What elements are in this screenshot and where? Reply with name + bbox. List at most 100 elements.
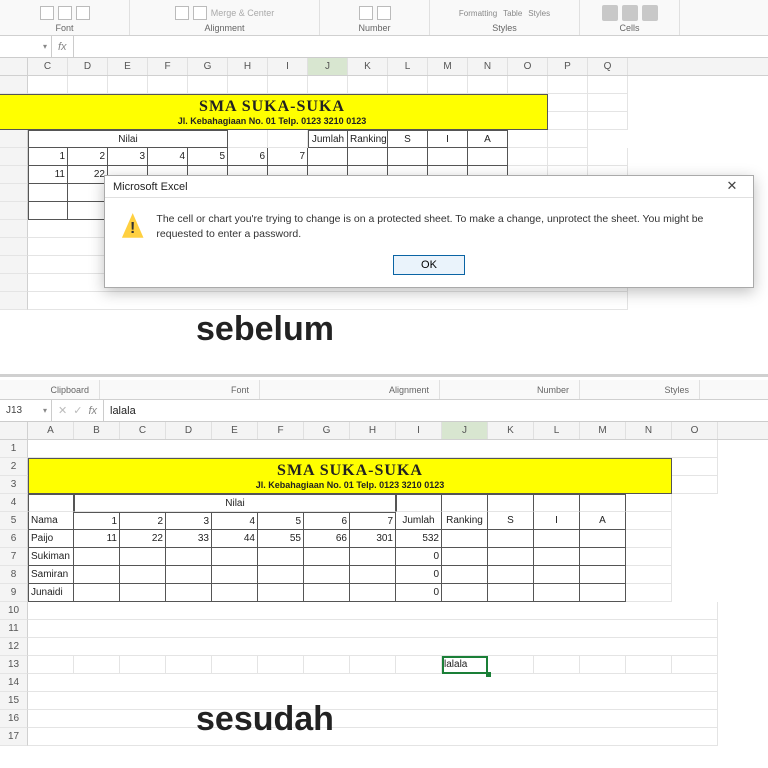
row-num[interactable]: 7 [0,548,28,566]
cancel-x-icon[interactable]: ✕ [58,404,67,417]
data-cell[interactable]: 11 [28,166,68,184]
colhdr[interactable]: N [626,422,672,439]
close-icon[interactable]: ✕ [719,178,745,196]
colhdr[interactable]: D [68,58,108,75]
table-row: 9 Junaidi 0 [0,584,768,602]
s-header: S [388,130,428,148]
name-box-bot[interactable]: J13▾ [0,400,52,421]
colhdr[interactable]: J [308,58,348,75]
ok-button[interactable]: OK [393,255,465,275]
colhdr[interactable]: L [534,422,580,439]
colhdr[interactable]: H [350,422,396,439]
ribbon-group-styles[interactable]: Styles [580,380,700,399]
row-num[interactable]: 8 [0,566,28,584]
colhdr[interactable]: G [188,58,228,75]
colhdr[interactable]: C [120,422,166,439]
row-num[interactable]: 4 [0,494,28,512]
colhdr[interactable]: L [388,58,428,75]
jumlah-cell[interactable]: 532 [396,530,442,548]
formula-bar-bot: J13▾ ✕ ✓ fx lalala [0,400,768,422]
ribbon-group-font[interactable]: Font [100,380,260,399]
nama-cell[interactable]: Paijo [28,530,74,548]
select-all-bot[interactable] [0,422,28,439]
colhdr[interactable]: M [580,422,626,439]
row-num[interactable]: 10 [0,602,28,620]
colhdr[interactable]: H [228,58,268,75]
jumlah-cell[interactable]: 0 [396,548,442,566]
data-cell[interactable]: 44 [212,530,258,548]
ribbon-group-clipboard[interactable]: Clipboard [0,380,100,399]
ribbon-group-alignment[interactable]: Merge & Center Alignment [130,0,320,35]
row-num[interactable]: 3 [0,476,28,494]
row-num[interactable]: 17 [0,728,28,746]
nama-header [28,494,74,512]
jumlah-cell[interactable]: 0 [396,584,442,602]
colhdr[interactable]: E [212,422,258,439]
data-cell[interactable]: 33 [166,530,212,548]
colhdr[interactable]: C [28,58,68,75]
row-num[interactable]: 5 [0,512,28,530]
colhdr[interactable]: P [548,58,588,75]
row-num[interactable]: 12 [0,638,28,656]
colhdr[interactable]: G [304,422,350,439]
row-num[interactable]: 2 [0,458,28,476]
colhdr[interactable]: K [348,58,388,75]
row-num[interactable]: 1 [0,440,28,458]
ribbon-group-number[interactable]: Number [440,380,580,399]
chevron-down-icon[interactable]: ▾ [43,406,47,415]
nama-cell[interactable]: Junaidi [28,584,74,602]
row-num[interactable]: 6 [0,530,28,548]
ribbon-group-cells[interactable]: Cells [580,0,680,35]
fx-icon[interactable]: fx [58,41,67,53]
nama-cell[interactable]: Samiran [28,566,74,584]
row-num[interactable]: 16 [0,710,28,728]
grid-bot[interactable]: SMA SUKA-SUKA Jl. Kebahagiaan No. 01 Tel… [0,440,768,746]
formula-value-bot[interactable]: lalala [104,405,136,417]
name-box-top[interactable]: ▾ [0,36,52,57]
colhdr[interactable]: K [488,422,534,439]
active-cell[interactable]: lalala [442,656,488,674]
row-num[interactable]: 13 [0,656,28,674]
fill-handle[interactable] [486,672,491,677]
ribbon-bot: Clipboard Font Alignment Number Styles [0,380,768,400]
colhdr[interactable]: D [166,422,212,439]
colhdr[interactable]: J [442,422,488,439]
row-num[interactable]: 11 [0,620,28,638]
jumlah-cell[interactable]: 0 [396,566,442,584]
data-cell[interactable]: 301 [350,530,396,548]
row-num[interactable]: 15 [0,692,28,710]
colhdr[interactable]: O [508,58,548,75]
i-header: I [428,130,468,148]
colhdr[interactable]: Q [588,58,628,75]
data-cell[interactable]: 22 [120,530,166,548]
colhdr[interactable]: F [148,58,188,75]
colhdr[interactable]: E [108,58,148,75]
colhdr[interactable]: A [28,422,74,439]
colhdr[interactable]: N [468,58,508,75]
colhdr[interactable]: I [396,422,442,439]
protected-sheet-dialog: Microsoft Excel ✕ ! The cell or chart yo… [104,175,754,288]
panel-after: Clipboard Font Alignment Number Styles J… [0,380,768,746]
ribbon-group-styles[interactable]: Formatting Table Styles Styles [430,0,580,35]
colhdr[interactable]: B [74,422,120,439]
data-cell[interactable]: 66 [304,530,350,548]
chevron-down-icon[interactable]: ▾ [43,42,47,51]
colhdr[interactable]: O [672,422,718,439]
nilai-col-num: 4 [148,148,188,166]
select-all-top[interactable] [0,58,28,75]
confirm-check-icon[interactable]: ✓ [73,404,82,417]
colhdr[interactable]: M [428,58,468,75]
nama-cell[interactable]: Sukiman [28,548,74,566]
data-cell[interactable]: 55 [258,530,304,548]
colhdr[interactable]: I [268,58,308,75]
row-num[interactable]: 9 [0,584,28,602]
row-num[interactable]: 14 [0,674,28,692]
fx-icon[interactable]: fx [88,405,97,417]
ribbon-group-font[interactable]: Font [0,0,130,35]
data-cell[interactable]: 11 [74,530,120,548]
ribbon-group-alignment[interactable]: Alignment [260,380,440,399]
ranking-header [442,494,488,512]
data-cell[interactable]: 22 [68,166,108,184]
ribbon-group-number[interactable]: Number [320,0,430,35]
colhdr[interactable]: F [258,422,304,439]
